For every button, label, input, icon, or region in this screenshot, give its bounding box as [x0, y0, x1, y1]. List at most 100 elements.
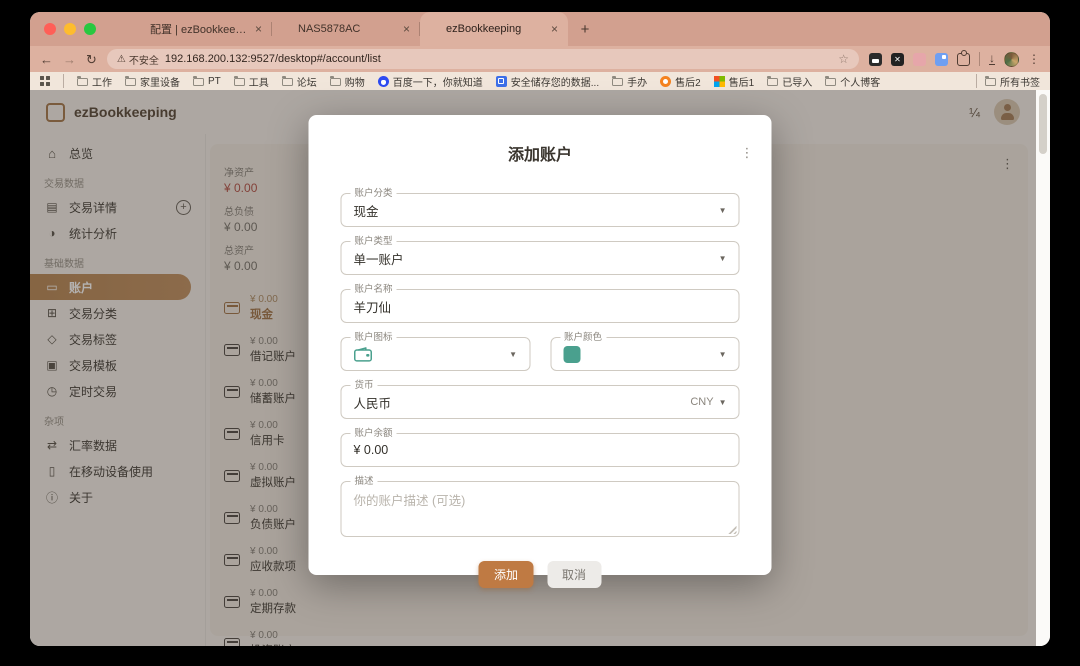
extension-x-icon[interactable]: ✕: [891, 53, 904, 66]
bookmark-item[interactable]: 售后2: [660, 74, 701, 89]
color-swatch: [563, 346, 580, 363]
account-balance-input[interactable]: 账户余额 ¥ 0.00: [341, 433, 740, 467]
bookmark-item[interactable]: 工作: [77, 74, 112, 89]
tab-favicon-icon: [280, 23, 292, 35]
bookmark-label: 百度一下，你就知道: [393, 74, 483, 89]
description-textarea[interactable]: 描述 你的账户描述 (可选): [341, 481, 740, 537]
bookmark-item[interactable]: 售后1: [714, 74, 755, 89]
tab-close-icon[interactable]: ×: [253, 22, 264, 36]
bookmark-icon: [193, 78, 204, 86]
tab-close-icon[interactable]: ×: [401, 22, 412, 36]
minimize-window-button[interactable]: [64, 23, 76, 35]
page-viewport: ezBookkeeping ¼ 总览 交易数据: [30, 90, 1050, 646]
bookmark-icon: [77, 78, 88, 86]
currency-select[interactable]: 货币 人民币 CNY ▼: [341, 385, 740, 419]
url-text: 192.168.200.132:9527/desktop#/account/li…: [165, 53, 381, 65]
screenshot-stage: 配置 | ezBookkeeping × NAS5878AC × ezBookk…: [0, 0, 1080, 666]
wallet-icon: [354, 347, 373, 362]
tab-title: ezBookkeeping: [446, 23, 543, 35]
bookmark-item[interactable]: 工具: [234, 74, 269, 89]
bookmarks-right-divider: [976, 74, 977, 88]
extension-adblock-icon[interactable]: [869, 53, 882, 66]
account-name-input[interactable]: 账户名称 羊刀仙: [341, 289, 740, 323]
tab-close-icon[interactable]: ×: [549, 22, 560, 36]
add-button[interactable]: 添加: [479, 561, 533, 588]
downloads-icon[interactable]: ↓: [989, 53, 995, 65]
bookmark-icon: [282, 78, 293, 86]
field-label: 货币: [351, 379, 378, 392]
forward-button[interactable]: →: [63, 53, 76, 66]
browser-tab[interactable]: ezBookkeeping ×: [420, 12, 568, 46]
extension-blue-icon[interactable]: [935, 53, 948, 66]
field-value: 羊刀仙: [354, 297, 392, 316]
scrollbar-thumb[interactable]: [1039, 94, 1047, 154]
add-account-dialog: 添加账户 ⋮ 账户分类 现金 ▼ 账户类型 单一账户: [309, 115, 772, 575]
toolbar-icons: ✕ ↓ ⋮: [869, 52, 1040, 67]
address-bar[interactable]: ⚠ 不安全 192.168.200.132:9527/desktop#/acco…: [107, 49, 859, 69]
bookmark-icon: [125, 78, 136, 86]
toolbar-divider: [979, 52, 980, 66]
security-warning[interactable]: ⚠ 不安全: [117, 52, 159, 67]
bookmark-item[interactable]: 百度一下，你就知道: [378, 74, 483, 89]
bookmark-icon: [378, 76, 389, 87]
field-label: 描述: [351, 475, 378, 488]
tab-title: NAS5878AC: [298, 23, 395, 35]
reload-button[interactable]: ↻: [86, 53, 97, 66]
close-window-button[interactable]: [44, 23, 56, 35]
bookmark-item[interactable]: 个人博客: [825, 74, 880, 89]
bookmark-item[interactable]: 手办: [612, 74, 647, 89]
extensions-puzzle-icon[interactable]: [957, 53, 970, 66]
chevron-down-icon: ▼: [509, 350, 517, 359]
account-color-select[interactable]: 账户颜色 ▼: [550, 337, 740, 371]
chrome-menu-kebab-icon[interactable]: ⋮: [1028, 52, 1040, 66]
cancel-button[interactable]: 取消: [547, 561, 601, 588]
bookmark-label: 售后1: [729, 74, 755, 89]
bookmark-item[interactable]: PT: [193, 76, 221, 87]
field-label: 账户名称: [351, 283, 397, 296]
extension-pink-icon[interactable]: [913, 53, 926, 66]
tab-favicon-icon: [428, 23, 440, 35]
bookmark-label: 安全储存您的数据...: [511, 74, 599, 89]
warning-icon: ⚠: [117, 54, 126, 65]
browser-profile-avatar[interactable]: [1004, 52, 1019, 67]
dialog-menu-kebab-icon[interactable]: ⋮: [741, 145, 754, 161]
back-button[interactable]: ←: [40, 53, 53, 66]
browser-tab[interactable]: 配置 | ezBookkeeping ×: [124, 12, 272, 46]
tab-title: 配置 | ezBookkeeping: [150, 21, 247, 37]
dialog-buttons: 添加 取消: [341, 561, 740, 588]
bookmark-label: 论坛: [297, 74, 317, 89]
chevron-down-icon: ▼: [719, 350, 727, 359]
bookmark-item[interactable]: 已导入: [767, 74, 812, 89]
bookmark-item[interactable]: 安全储存您的数据...: [496, 74, 599, 89]
bookmark-item[interactable]: 家里设备: [125, 74, 180, 89]
tab-favicon-icon: [132, 23, 144, 35]
apps-grid-icon[interactable]: [40, 76, 50, 86]
security-label: 不安全: [129, 52, 159, 67]
browser-window: 配置 | ezBookkeeping × NAS5878AC × ezBookk…: [30, 12, 1050, 646]
chevron-down-icon: ▼: [719, 254, 727, 263]
browser-tab[interactable]: NAS5878AC ×: [272, 12, 420, 46]
bookmark-item[interactable]: 论坛: [282, 74, 317, 89]
dialog-header: 添加账户 ⋮: [341, 115, 740, 165]
field-value: ¥ 0.00: [354, 443, 389, 457]
bookmark-label: PT: [208, 76, 221, 87]
page-scrollbar[interactable]: [1036, 90, 1050, 646]
bookmarks-bar: 工作 家里设备 PT 工具: [30, 72, 1050, 90]
chevron-down-icon: ▼: [719, 206, 727, 215]
bookmark-star-icon[interactable]: ☆: [838, 52, 849, 66]
account-type-select[interactable]: 账户类型 单一账户 ▼: [341, 241, 740, 275]
new-tab-button[interactable]: +: [572, 16, 598, 42]
bookmarks-right: 所有书签: [976, 74, 1040, 89]
all-bookmarks-button[interactable]: 所有书签: [985, 74, 1040, 89]
bookmark-item[interactable]: 购物: [330, 74, 365, 89]
bookmark-label: 工作: [92, 74, 112, 89]
bookmark-label: 购物: [345, 74, 365, 89]
resize-grip-icon[interactable]: [728, 525, 737, 534]
field-value: 单一账户: [354, 249, 404, 268]
zoom-window-button[interactable]: [84, 23, 96, 35]
tab-bar: 配置 | ezBookkeeping × NAS5878AC × ezBookk…: [30, 12, 1050, 46]
account-icon-select[interactable]: 账户图标 ▼: [341, 337, 531, 371]
account-category-select[interactable]: 账户分类 现金 ▼: [341, 193, 740, 227]
field-label: 账户类型: [351, 235, 397, 248]
field-placeholder: 你的账户描述 (可选): [354, 490, 466, 509]
